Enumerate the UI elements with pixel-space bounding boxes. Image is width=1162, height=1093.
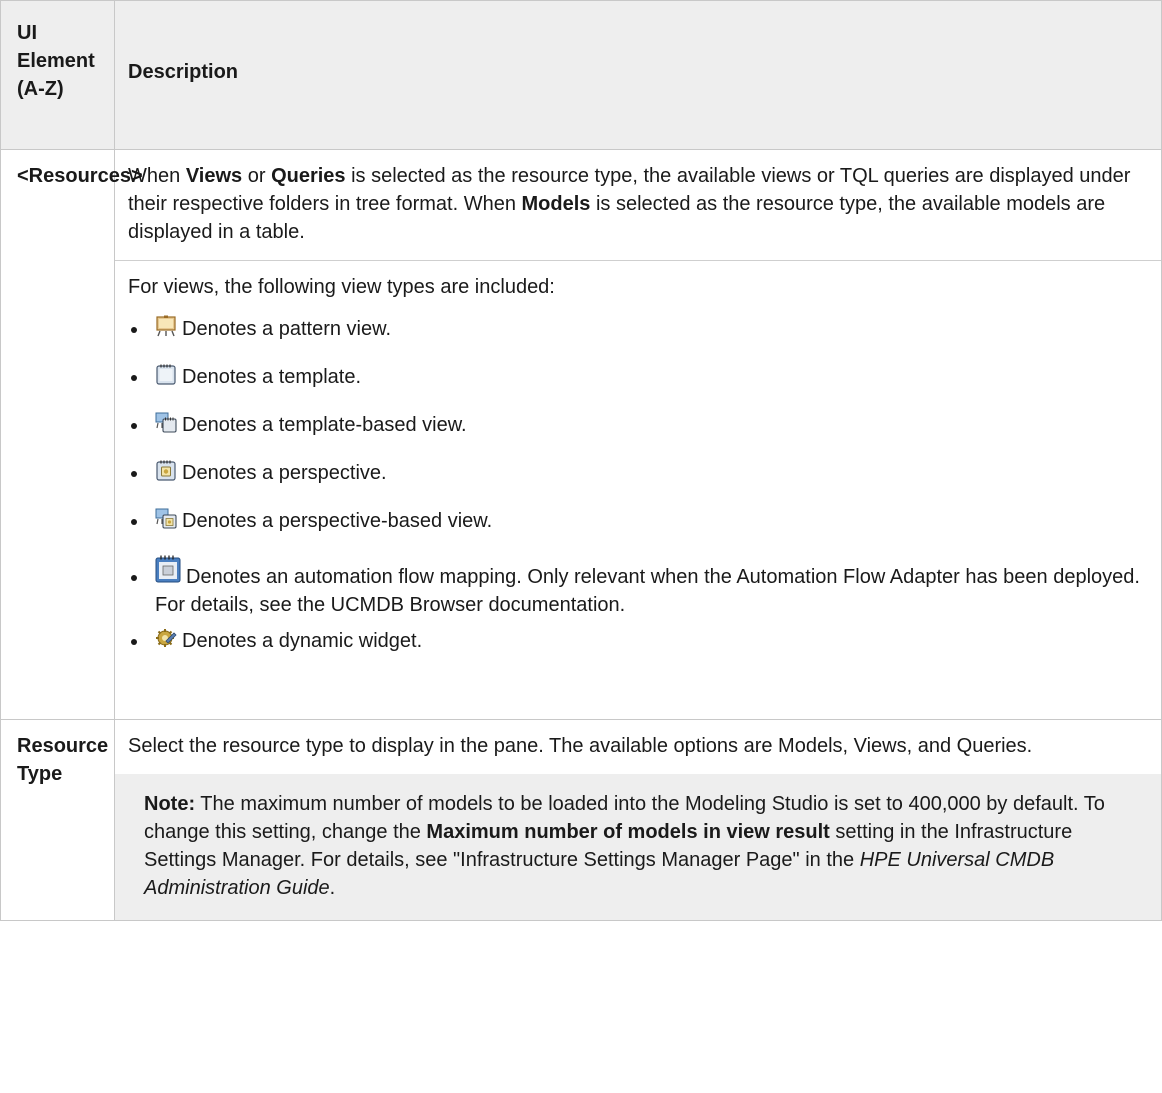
header-description: Description bbox=[114, 0, 1162, 150]
resource-type-desc: Select the resource type to display in t… bbox=[128, 735, 1033, 757]
view-types-list: Denotes a pattern view. Denotes a templa… bbox=[128, 315, 1145, 657]
bullet bbox=[131, 639, 137, 645]
list-item: Denotes a template. bbox=[128, 363, 1145, 393]
header-ui-element: UI Element (A-Z) bbox=[0, 0, 115, 150]
resources-intro: When Views or Queries is selected as the… bbox=[128, 162, 1145, 246]
text: . bbox=[329, 877, 336, 899]
view-types-intro: For views, the following view types are … bbox=[128, 276, 555, 298]
bold-term: Queries bbox=[271, 165, 346, 187]
list-item-text: Denotes a dynamic widget. bbox=[182, 630, 423, 652]
list-item: Denotes a pattern view. bbox=[128, 315, 1145, 345]
dynamic-widget-icon bbox=[155, 627, 177, 657]
ui-elements-table: UI Element (A-Z) Description <Resources>… bbox=[0, 0, 1162, 921]
bold-term: Maximum number of models in view result bbox=[426, 821, 830, 843]
list-item-text: Denotes a perspective. bbox=[182, 462, 387, 484]
bold-term: Views bbox=[185, 165, 243, 187]
text: or bbox=[242, 165, 272, 187]
bullet bbox=[131, 575, 137, 581]
list-item-text: Denotes a template-based view. bbox=[182, 414, 467, 436]
bullet bbox=[131, 471, 137, 477]
list-item: Denotes a template-based view. bbox=[128, 411, 1145, 441]
list-item: Denotes a perspective. bbox=[128, 459, 1145, 489]
ui-element-description: Select the resource type to display in t… bbox=[114, 719, 1162, 921]
ui-element-description: When Views or Queries is selected as the… bbox=[114, 149, 1162, 720]
automation-flow-mapping-icon bbox=[155, 555, 181, 591]
list-item-text: Denotes a pattern view. bbox=[182, 318, 392, 340]
perspective-based-view-icon bbox=[155, 507, 177, 537]
list-item-text: Denotes an automation flow mapping. Only… bbox=[155, 566, 1140, 616]
template-based-view-icon bbox=[155, 411, 177, 441]
list-item: Denotes an automation flow mapping. Only… bbox=[128, 555, 1145, 619]
ui-element-name: Resource Type bbox=[0, 719, 115, 921]
list-item-text: Denotes a perspective-based view. bbox=[182, 510, 493, 532]
table-row: Resource Type Select the resource type t… bbox=[0, 719, 1162, 921]
table-header-row: UI Element (A-Z) Description bbox=[0, 0, 1162, 150]
text: When bbox=[128, 165, 186, 187]
table-row: <Resources> When Views or Queries is sel… bbox=[0, 149, 1162, 720]
bullet bbox=[131, 519, 137, 525]
template-icon bbox=[155, 363, 177, 393]
list-item: Denotes a perspective-based view. bbox=[128, 507, 1145, 537]
bold-term: Models bbox=[521, 193, 591, 215]
bullet bbox=[131, 327, 137, 333]
ui-element-name: <Resources> bbox=[0, 149, 143, 720]
note-box: Note: The maximum number of models to be… bbox=[115, 774, 1161, 920]
list-item-text: Denotes a template. bbox=[182, 366, 361, 388]
bullet bbox=[131, 375, 137, 381]
bullet bbox=[131, 423, 137, 429]
divider bbox=[115, 260, 1161, 261]
perspective-icon bbox=[155, 459, 177, 489]
pattern-view-icon bbox=[155, 315, 177, 345]
note-label: Note: bbox=[144, 793, 196, 815]
list-item: Denotes a dynamic widget. bbox=[128, 627, 1145, 657]
